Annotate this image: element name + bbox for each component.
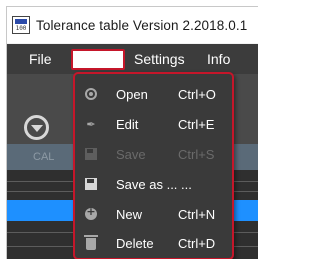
menu-info[interactable]: Info [207,51,230,67]
menu-file[interactable]: File [29,51,52,67]
collapse-toggle-icon[interactable] [24,115,49,140]
menu-item-save-as[interactable]: Save as ... ... [75,172,232,196]
delete-icon [84,235,98,250]
menu-settings[interactable]: Settings [134,51,185,67]
menu-item-label: Open [116,86,148,102]
menu-item-shortcut: Ctrl+N [178,206,216,222]
menu-item-label: New [116,206,143,222]
new-icon [84,205,98,221]
app-icon: 100 [12,16,30,34]
menu-item-label: Edit [116,116,139,132]
menu-item-new[interactable]: New Ctrl+N [75,202,232,226]
menu-item-shortcut: Ctrl+E [178,116,215,132]
window-title: Tolerance table Version 2.2018.0.1 [36,17,248,33]
menu-item-edit[interactable]: ✒ Edit Ctrl+E [75,112,232,136]
menu-item-open[interactable]: Open Ctrl+O [75,82,232,106]
save-icon [84,147,98,161]
application-window: 100 Tolerance table Version 2.2018.0.1 F… [6,6,258,259]
menu-item-shortcut: Ctrl+O [178,86,216,102]
app-icon-bar [15,19,27,24]
file-menu-dropdown: Open Ctrl+O ✒ Edit Ctrl+E Save Ctrl+S Sa… [73,72,234,259]
menu-item-label: Save as ... ... [116,176,192,192]
menu-edit-highlighted[interactable] [71,49,125,70]
menu-item-label: Delete [116,235,154,251]
title-bar: 100 Tolerance table Version 2.2018.0.1 [7,7,258,43]
app-icon-text: 100 [15,25,27,32]
menu-bar: File Settings Info [7,44,258,74]
edit-icon: ✒ [86,118,96,131]
menu-item-delete[interactable]: Delete Ctrl+D [75,231,232,255]
menu-item-save: Save Ctrl+S [75,142,232,166]
menu-item-label: Save [116,146,146,162]
menu-item-shortcut: Ctrl+S [178,146,215,162]
table-header-text: CAL [33,151,55,163]
save-as-icon [84,177,98,191]
open-icon [84,87,98,101]
menu-item-shortcut: Ctrl+D [178,235,216,251]
